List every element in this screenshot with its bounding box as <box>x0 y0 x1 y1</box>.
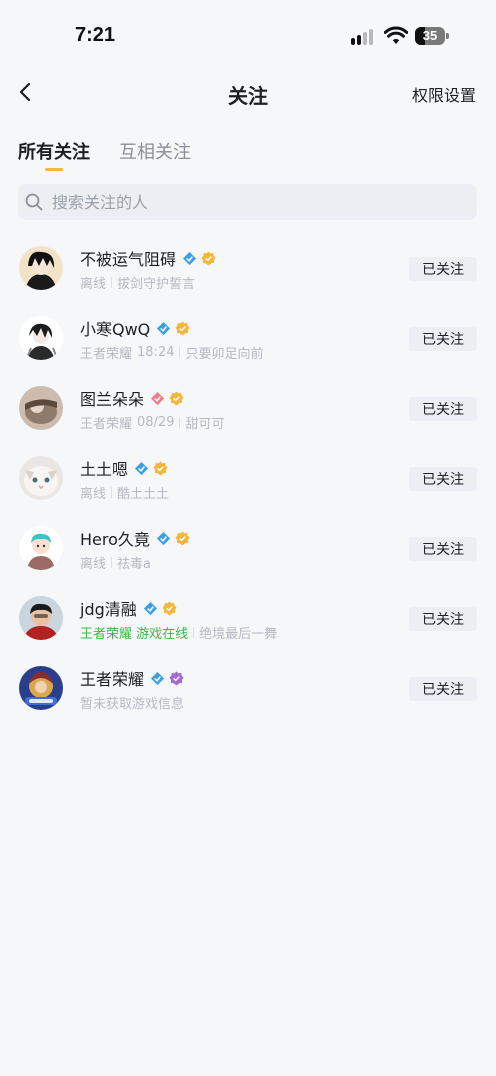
following-button[interactable]: 已关注 <box>409 537 477 561</box>
blue-diamond-icon <box>156 531 170 545</box>
user-signature: 甜可可 <box>185 416 225 432</box>
divider <box>111 276 113 288</box>
user-name-line: 小寒QwQ <box>80 317 190 339</box>
following-list: 不被运气阻碍 离线 拔剑守护誓言 已关注 小寒QwQ 王者荣耀 18:24 只要… <box>0 235 496 725</box>
avatar[interactable] <box>19 666 63 710</box>
blue-diamond-icon <box>157 321 171 335</box>
battery-icon: 35 <box>415 27 445 45</box>
gold-verified-icon <box>201 250 216 266</box>
blue-diamond-icon <box>134 461 149 475</box>
back-icon[interactable] <box>14 80 38 104</box>
user-status: 暂未获取游戏信息 <box>80 696 185 712</box>
following-button[interactable]: 已关注 <box>409 467 477 491</box>
user-name-line: 土土嗯 <box>80 457 168 479</box>
pink-diamond-icon <box>150 391 165 405</box>
user-name-line: jdg清融 <box>80 597 177 619</box>
blue-diamond-icon <box>150 671 165 685</box>
gold-verified-icon <box>175 530 190 546</box>
user-name: 土土嗯 <box>80 460 129 479</box>
top-nav: 关注 权限设置 <box>0 70 496 116</box>
list-item[interactable]: 土土嗯 离线 酷土土土 已关注 <box>0 445 496 515</box>
last-active-time: 08/29 <box>137 414 175 430</box>
search-input[interactable] <box>52 184 462 220</box>
user-status-line: 离线 祛毒a <box>80 553 151 572</box>
user-signature: 祛毒a <box>117 556 151 572</box>
last-active-time: 18:24 <box>137 344 175 360</box>
list-item[interactable]: 小寒QwQ 王者荣耀 18:24 只要卯足向前 已关注 <box>0 305 496 375</box>
battery-tip <box>446 33 449 39</box>
user-status-line: 离线 酷土土土 <box>80 483 170 502</box>
divider <box>179 346 181 358</box>
user-name-line: 图兰朵朵 <box>80 387 184 409</box>
user-name-line: 王者荣耀 <box>80 667 184 689</box>
following-button[interactable]: 已关注 <box>409 397 477 421</box>
purple-verified-icon <box>169 670 184 686</box>
user-signature: 只要卯足向前 <box>185 346 264 362</box>
user-status: 离线 <box>80 556 107 572</box>
user-status: 离线 <box>80 486 107 502</box>
user-signature: 酷土土土 <box>117 486 170 502</box>
avatar[interactable] <box>19 316 63 360</box>
divider <box>111 486 113 498</box>
tab-mutual-following[interactable]: 互相关注 <box>119 138 191 164</box>
following-button[interactable]: 已关注 <box>409 677 477 701</box>
status-time: 7:21 <box>75 24 116 46</box>
battery-level: 35 <box>422 28 438 43</box>
wifi-icon <box>384 26 408 44</box>
user-status: 王者荣耀 <box>80 346 133 362</box>
user-status: 王者荣耀 <box>80 416 133 432</box>
user-status-line: 离线 拔剑守护誓言 <box>80 273 196 292</box>
following-button[interactable]: 已关注 <box>409 607 477 631</box>
avatar[interactable] <box>19 526 63 570</box>
list-item[interactable]: 王者荣耀 暂未获取游戏信息 已关注 <box>0 655 496 725</box>
avatar[interactable] <box>19 456 63 500</box>
blue-diamond-icon <box>143 601 157 615</box>
search-bar[interactable] <box>18 184 477 220</box>
status-bar: 7:21 35 <box>0 0 496 70</box>
user-name: 不被运气阻碍 <box>80 250 177 269</box>
list-item[interactable]: jdg清融 王者荣耀 游戏在线 绝境最后一舞 已关注 <box>0 585 496 655</box>
avatar[interactable] <box>19 596 63 640</box>
user-status-line: 王者荣耀 18:24 只要卯足向前 <box>80 343 264 362</box>
user-name-line: Hero久竟 <box>80 527 190 549</box>
avatar[interactable] <box>19 386 63 430</box>
user-name: 小寒QwQ <box>80 320 151 339</box>
user-name: 王者荣耀 <box>80 670 145 689</box>
user-signature: 绝境最后一舞 <box>199 626 278 642</box>
divider <box>111 556 113 568</box>
tab-all-following[interactable]: 所有关注 <box>18 138 90 164</box>
divider <box>193 626 195 638</box>
avatar[interactable] <box>19 246 63 290</box>
user-status: 离线 <box>80 276 107 292</box>
permission-settings-link[interactable]: 权限设置 <box>412 82 476 106</box>
user-status-line: 王者荣耀 游戏在线 绝境最后一舞 <box>80 623 278 642</box>
user-name-line: 不被运气阻碍 <box>80 247 216 269</box>
list-item[interactable]: Hero久竟 离线 祛毒a 已关注 <box>0 515 496 585</box>
gold-verified-icon <box>175 320 190 336</box>
user-name: 图兰朵朵 <box>80 390 145 409</box>
user-name: jdg清融 <box>80 600 137 619</box>
user-status-online: 王者荣耀 游戏在线 <box>80 626 189 642</box>
following-button[interactable]: 已关注 <box>409 257 477 281</box>
list-item[interactable]: 图兰朵朵 王者荣耀 08/29 甜可可 已关注 <box>0 375 496 445</box>
gold-verified-icon <box>153 460 168 476</box>
blue-diamond-icon <box>182 251 197 265</box>
search-icon <box>25 193 43 211</box>
user-status-line: 暂未获取游戏信息 <box>80 693 185 712</box>
active-tab-indicator <box>45 168 63 171</box>
gold-verified-icon <box>162 600 177 616</box>
cellular-signal-icon <box>351 29 375 45</box>
list-item[interactable]: 不被运气阻碍 离线 拔剑守护誓言 已关注 <box>0 235 496 305</box>
user-signature: 拔剑守护誓言 <box>117 276 196 292</box>
gold-verified-icon <box>169 390 184 406</box>
following-button[interactable]: 已关注 <box>409 327 477 351</box>
user-name: Hero久竟 <box>80 530 150 549</box>
divider <box>179 416 181 428</box>
user-status-line: 王者荣耀 08/29 甜可可 <box>80 413 225 432</box>
